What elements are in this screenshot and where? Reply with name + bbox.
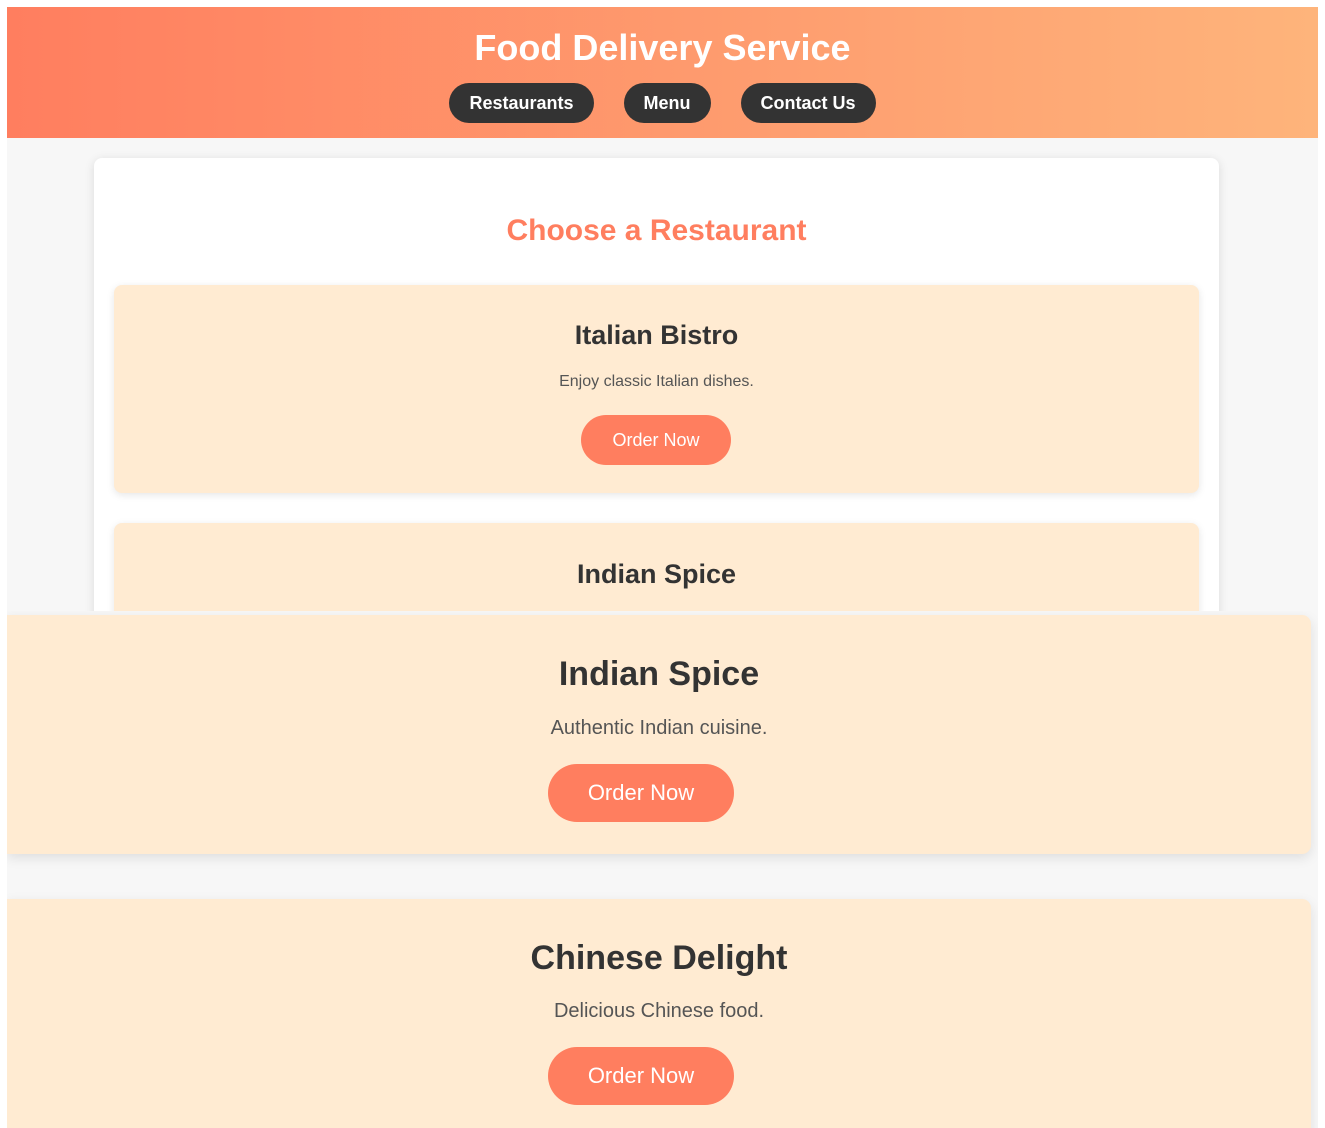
order-now-button[interactable]: Order Now [581,415,731,465]
restaurant-card-italian-bistro: Italian Bistro Enjoy classic Italian dis… [114,285,1199,493]
restaurant-card-indian-spice: Indian Spice [114,523,1199,611]
restaurant-description: Delicious Chinese food. [553,1000,765,1022]
order-now-button[interactable]: Order Now [548,1047,734,1105]
site-title: Food Delivery Service [474,27,851,68]
restaurant-card-indian-spice-zoomed: Indian Spice Authentic Indian cuisine. O… [7,615,1311,854]
restaurant-name: Chinese Delight [530,939,788,977]
nav-restaurants-button[interactable]: Restaurants [449,83,594,123]
nav-contact-button[interactable]: Contact Us [740,83,876,123]
restaurant-card-chinese-delight: Chinese Delight Delicious Chinese food. … [7,899,1311,1128]
restaurant-description: Enjoy classic Italian dishes. [559,373,754,390]
main-nav: Restaurants Menu Contact Us [7,83,1318,123]
page-viewport-zoomed: Indian Spice Authentic Indian cuisine. O… [7,611,1318,1128]
restaurant-section: Choose a Restaurant Italian Bistro Enjoy… [94,158,1219,611]
restaurant-name: Indian Spice [576,559,737,589]
section-heading: Choose a Restaurant [506,214,807,247]
nav-menu-button[interactable]: Menu [623,83,711,123]
restaurant-description: Authentic Indian cuisine. [550,717,768,739]
order-now-button[interactable]: Order Now [548,764,734,822]
restaurant-name: Italian Bistro [574,320,739,350]
page-viewport-top: Food Delivery Service Restaurants Menu C… [7,7,1318,611]
site-header: Food Delivery Service Restaurants Menu C… [7,7,1318,138]
restaurant-name: Indian Spice [558,655,760,693]
